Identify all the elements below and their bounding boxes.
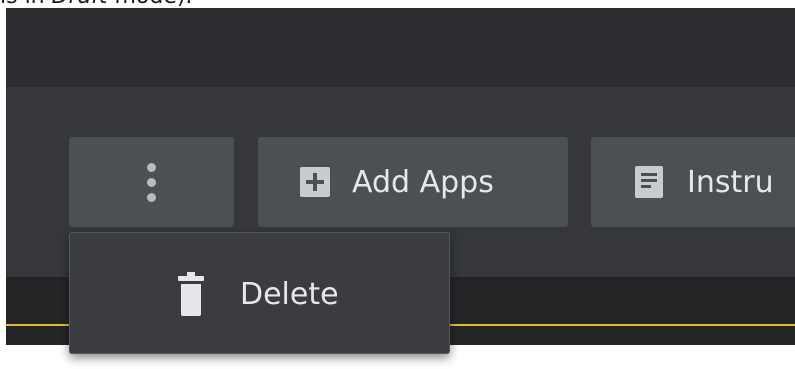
kebab-vertical-icon (147, 162, 156, 202)
add-apps-button[interactable]: Add Apps (258, 137, 568, 227)
document-icon (635, 166, 663, 198)
app-screenshot: is in Draft mode). Add Apps Instru Delet… (0, 0, 795, 369)
instructions-label: Instru (687, 164, 774, 200)
plus-square-icon (300, 167, 330, 197)
header-bar (6, 8, 795, 87)
instruction-caption: is in Draft mode). (0, 0, 192, 8)
menu-item-delete[interactable]: Delete (70, 255, 449, 333)
menu-item-label: Delete (240, 276, 339, 312)
more-options-button[interactable] (69, 137, 234, 227)
trash-icon (178, 272, 204, 316)
more-options-menu: Delete (69, 232, 450, 354)
instructions-button[interactable]: Instru (591, 137, 795, 227)
add-apps-label: Add Apps (352, 164, 494, 200)
